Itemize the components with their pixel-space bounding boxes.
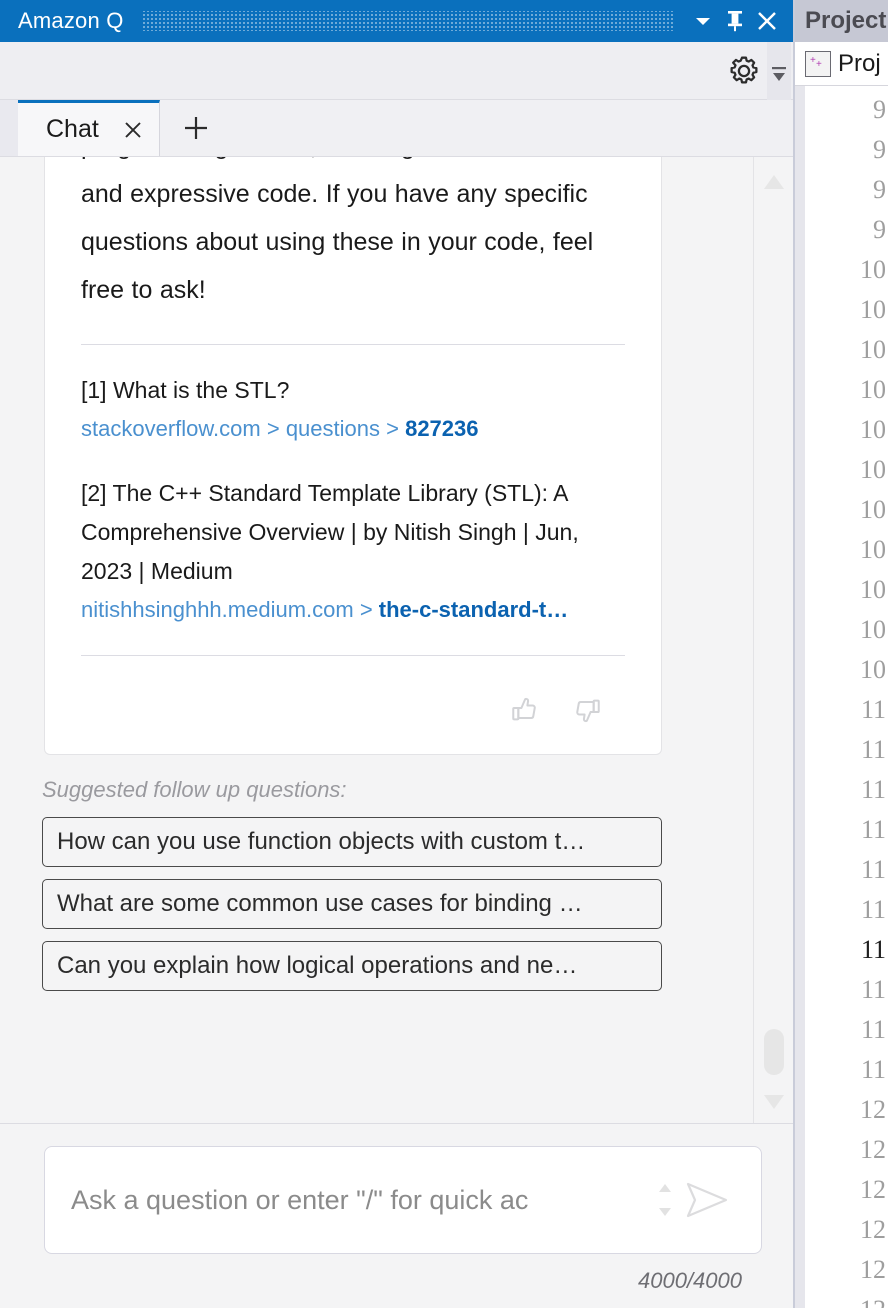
editor-line-number: 9: [873, 135, 886, 164]
tab-chat[interactable]: Chat: [18, 100, 160, 156]
editor-line-number: 12: [860, 1215, 886, 1244]
editor-line-number: 12: [860, 1175, 886, 1204]
tool-window-title-bar: Amazon Q: [0, 0, 793, 42]
editor-line-number: 10: [860, 495, 886, 524]
thumbs-up-icon[interactable]: [507, 692, 543, 728]
send-icon[interactable]: [679, 1172, 735, 1228]
tool-window-title: Amazon Q: [18, 8, 124, 33]
editor-line-number: 9: [873, 175, 886, 204]
citation-domain: nitishhsinghhh.medium.com: [81, 597, 354, 622]
editor-line-number: 10: [860, 455, 886, 484]
editor-file-tab[interactable]: + + Proj: [795, 42, 888, 86]
conversation-area: programming in C++, allowing for more fl…: [0, 157, 793, 1123]
editor-line-number: 11: [860, 815, 886, 844]
chat-input-container[interactable]: Ask a question or enter "/" for quick ac: [44, 1146, 762, 1254]
editor-line-number: 10: [860, 375, 886, 404]
citation-item: [2] The C++ Standard Template Library (S…: [81, 474, 625, 623]
editor-line-number: 11: [860, 855, 886, 884]
editor-line-number: 10: [860, 575, 886, 604]
citation-resource: 827236: [405, 416, 479, 441]
project-panel-title: Project: [805, 7, 887, 34]
editor-line-number: 10: [860, 535, 886, 564]
editor-line-number: 11: [860, 1015, 886, 1044]
assistant-answer-text: programming in C++, allowing for more fl…: [81, 157, 601, 304]
editor-line-number: 11: [860, 1055, 886, 1084]
citation-title: [2] The C++ Standard Template Library (S…: [81, 480, 579, 584]
scroll-down-arrow-icon[interactable]: [762, 1091, 786, 1113]
tab-chat-label: Chat: [46, 115, 99, 143]
editor-left-gutter: [795, 86, 805, 1308]
chat-tab-strip: Chat: [0, 100, 793, 157]
editor-line-number: 12: [860, 1135, 886, 1164]
editor-line-number: 11: [860, 735, 886, 764]
close-icon[interactable]: [751, 4, 783, 38]
suggested-questions: Suggested follow up questions: How can y…: [42, 777, 682, 991]
chat-input-placeholder: Ask a question or enter "/" for quick ac: [71, 1184, 529, 1215]
scroll-up-arrow-icon[interactable]: [762, 171, 786, 193]
application-root: Amazon Q Chat and expressive code. If yo…: [0, 0, 890, 1308]
editor-line-number: 11: [860, 975, 886, 1004]
project-panel-header[interactable]: Project: [795, 0, 888, 42]
drag-handle-dots[interactable]: [141, 11, 673, 31]
chevron-down-icon[interactable]: [687, 4, 719, 38]
tab-close-icon[interactable]: [121, 118, 145, 142]
citation-title: [1] What is the STL?: [81, 377, 290, 403]
editor-line-number: 11: [860, 775, 886, 804]
editor-body: 9 9 9 9 10 10 10 10 10 10 10 10 10 10 10 11 11 11 11 11 11 11…: [795, 86, 888, 1308]
thumbs-down-icon[interactable]: [569, 692, 605, 728]
editor-line-number: 10: [860, 415, 886, 444]
editor-line-number: 12: [860, 1255, 886, 1284]
citation-separator-2: >: [380, 416, 406, 441]
editor-line-number: 10: [860, 615, 886, 644]
tool-window-toolbar: [0, 41, 793, 100]
suggested-questions-label: Suggested follow up questions:: [42, 777, 347, 802]
citation-path: questions: [285, 416, 380, 441]
citation-item: [1] What is the STL? stackoverflow.com >…: [81, 371, 625, 442]
cpp-file-icon: + +: [805, 50, 831, 77]
editor-line-number: 10: [860, 295, 886, 324]
chat-composer: Ask a question or enter "/" for quick ac…: [0, 1123, 793, 1308]
answer-divider: [81, 344, 625, 345]
suggested-question-button[interactable]: What are some common use cases for bindi…: [42, 879, 662, 929]
resize-grip-icon[interactable]: [657, 1183, 673, 1217]
conversation-scroll-content: programming in C++, allowing for more fl…: [0, 157, 753, 1123]
assistant-answer-card: programming in C++, allowing for more fl…: [44, 157, 662, 755]
feedback-divider: [81, 655, 625, 656]
editor-line-number: 11: [860, 895, 886, 924]
feedback-row: [81, 682, 625, 728]
amazon-q-tool-window: Amazon Q Chat and expressive code. If yo…: [0, 0, 795, 1308]
editor-file-tab-name: Proj: [838, 49, 881, 77]
project-editor-pane: Project + + Proj 9 9 9 9 10 10 10 10 10 10 10 10 10 1…: [795, 0, 888, 1308]
editor-line-number: 11: [860, 935, 886, 964]
scrollbar-thumb[interactable]: [764, 1029, 784, 1075]
gear-icon[interactable]: [721, 48, 767, 94]
editor-line-number: 12: [860, 1095, 886, 1124]
tab-strip-left-pad: [0, 100, 18, 156]
editor-line-number: 9: [873, 215, 886, 244]
editor-line-number: 10: [860, 335, 886, 364]
overflow-chevron-icon[interactable]: [767, 41, 791, 100]
citation-separator: >: [353, 597, 379, 622]
citation-link[interactable]: nitishhsinghhh.medium.com > the-c-standa…: [81, 597, 625, 623]
editor-line-number: 9: [873, 95, 886, 124]
editor-line-number-gutter: 9 9 9 9 10 10 10 10 10 10 10 10 10 10 10 11 11 11 11 11 11 11…: [805, 86, 888, 1308]
citation-resource: the-c-standard-t…: [378, 597, 569, 622]
conversation-scrollbar[interactable]: [753, 157, 793, 1123]
citation-separator: >: [260, 416, 286, 441]
citation-domain: stackoverflow.com: [81, 416, 261, 441]
pin-icon[interactable]: [719, 4, 751, 38]
editor-line-number: 12: [805, 1290, 886, 1308]
character-counter: 4000/4000: [638, 1268, 742, 1293]
suggested-question-button[interactable]: How can you use function objects with cu…: [42, 817, 662, 867]
citation-link[interactable]: stackoverflow.com > questions > 827236: [81, 416, 625, 442]
tab-strip-filler: [231, 100, 793, 156]
new-tab-button[interactable]: [159, 100, 232, 156]
editor-line-number: 11: [860, 695, 886, 724]
svg-text:+: +: [816, 59, 822, 70]
editor-line-number: 10: [860, 255, 886, 284]
suggested-question-button[interactable]: Can you explain how logical operations a…: [42, 941, 662, 991]
editor-line-number: 10: [860, 655, 886, 684]
